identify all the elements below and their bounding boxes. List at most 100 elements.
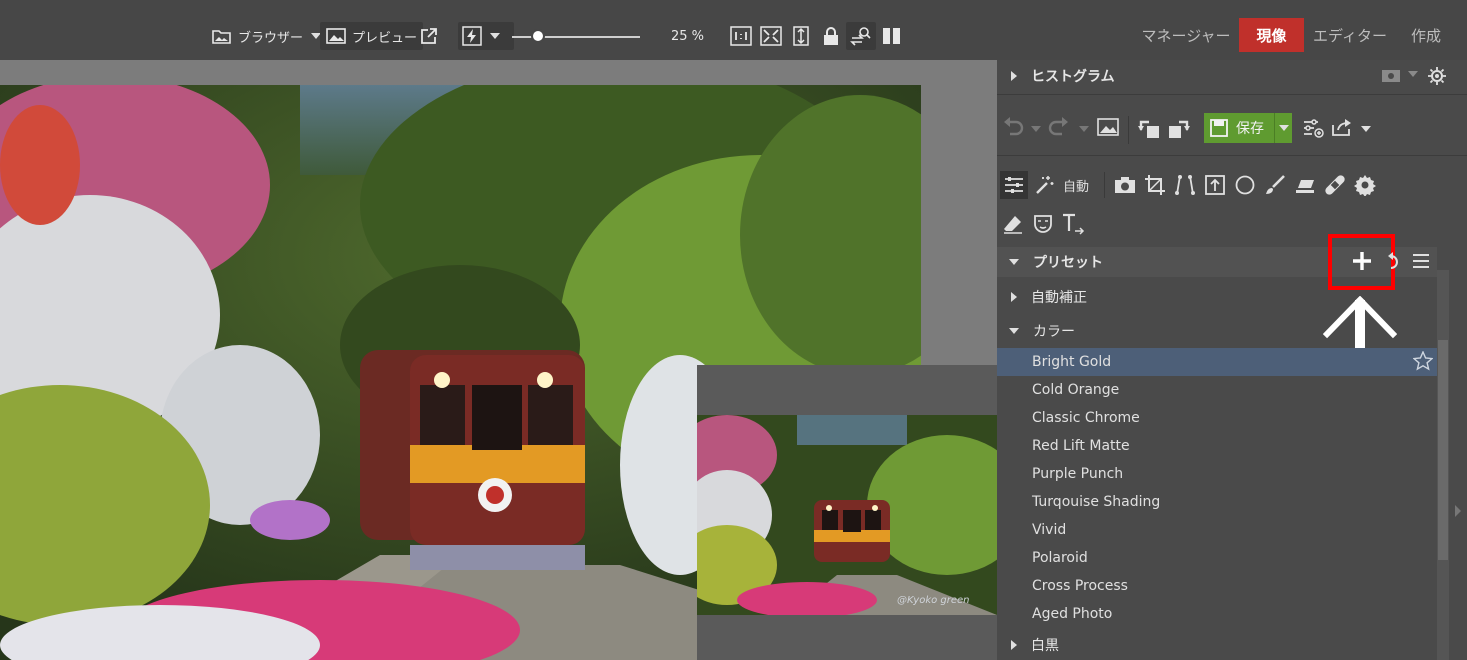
floppy-disk-icon [1210, 119, 1228, 137]
gradient-filter-icon[interactable] [1293, 173, 1317, 197]
external-window-button[interactable] [420, 22, 438, 50]
color-label: カラー [1033, 324, 1075, 340]
preset-label: Purple Punch [1032, 466, 1124, 482]
preview-thumbnail: @Kyoko green [697, 415, 997, 615]
perspective-icon[interactable] [1173, 173, 1197, 197]
lock-icon [822, 26, 840, 46]
zoom-slider-handle[interactable] [530, 29, 545, 43]
expand-arrow-icon [1011, 71, 1017, 81]
train-thumbnail-image [697, 415, 997, 615]
zoom-level: 25 % [671, 28, 705, 44]
save-label: 保存 [1236, 121, 1264, 137]
add-preset-icon[interactable] [1351, 250, 1373, 272]
fit-height-button[interactable] [790, 22, 812, 50]
rotate-left-icon[interactable] [1137, 116, 1161, 140]
list-item[interactable]: Bright Gold [997, 348, 1437, 376]
fit-screen-button[interactable] [760, 22, 782, 50]
flash-mode-button[interactable] [458, 22, 514, 50]
preset-label: Bright Gold [1032, 354, 1112, 370]
preset-label: Aged Photo [1032, 606, 1113, 622]
fit-screen-icon [760, 26, 782, 46]
bandage-retouch-icon[interactable] [1323, 173, 1347, 197]
one-to-one-icon [730, 26, 752, 46]
circle-mask-icon[interactable] [1233, 173, 1257, 197]
list-item[interactable]: Polaroid [997, 544, 1437, 572]
split-view-icon [882, 26, 902, 46]
lightning-icon [462, 26, 482, 46]
top-toolbar: ブラウザー プレビュー 25 % マネージャー 現像 エディター 作成 [0, 0, 1467, 60]
face-mask-icon[interactable] [1031, 212, 1055, 236]
image-compare-icon[interactable] [1097, 117, 1119, 137]
preset-label: Polaroid [1032, 550, 1088, 566]
preset-label: Vivid [1032, 522, 1067, 538]
chevron-down-icon[interactable] [1361, 126, 1371, 132]
reset-icon[interactable] [1385, 252, 1399, 270]
preset-label: Cold Orange [1032, 382, 1120, 398]
list-item[interactable]: Cross Process [997, 572, 1437, 600]
resize-up-icon[interactable] [1203, 173, 1227, 197]
expand-arrow-icon [1011, 640, 1017, 650]
gear-icon[interactable] [1353, 173, 1377, 197]
scrollbar-thumb[interactable] [1438, 340, 1448, 560]
bw-category[interactable]: 白黒 [997, 631, 1437, 659]
favorite-star-icon[interactable] [1413, 351, 1433, 371]
preview-label: プレビュー [352, 30, 418, 46]
browser-label: ブラウザー [238, 30, 304, 46]
list-item[interactable]: Vivid [997, 516, 1437, 544]
share-export-icon[interactable] [1331, 117, 1353, 137]
scrollbar-track[interactable] [1437, 270, 1449, 660]
bw-label: 白黒 [1031, 638, 1059, 654]
chevron-down-icon[interactable] [1279, 125, 1289, 131]
eraser-icon[interactable] [1001, 212, 1025, 236]
auto-correct-category[interactable]: 自動補正 [997, 283, 1437, 311]
chevron-down-icon[interactable] [490, 33, 500, 39]
tab-editor[interactable]: エディター [1310, 18, 1390, 52]
image-canvas[interactable]: @Kyoko green [0, 60, 997, 660]
panel-collapse-arrow-icon[interactable] [1455, 505, 1461, 517]
preview-button[interactable]: プレビュー [320, 22, 424, 50]
browser-button[interactable]: ブラウザー [212, 22, 322, 50]
tab-manager[interactable]: マネージャー [1140, 18, 1232, 52]
color-category[interactable]: カラー [997, 317, 1437, 345]
camera-icon[interactable] [1113, 173, 1137, 197]
redo-icon[interactable] [1047, 116, 1071, 138]
sliders-add-icon[interactable] [1302, 117, 1324, 139]
preset-label: Red Lift Matte [1032, 438, 1130, 454]
list-item[interactable]: Turqouise Shading [997, 488, 1437, 516]
tab-develop[interactable]: 現像 [1239, 18, 1304, 52]
histogram-label: ヒストグラム [1031, 69, 1115, 85]
undo-icon[interactable] [1001, 116, 1025, 138]
preview-window[interactable]: @Kyoko green [697, 365, 997, 660]
magic-wand-icon[interactable] [1033, 173, 1057, 197]
text-tool-icon[interactable] [1061, 212, 1085, 236]
list-item[interactable]: Purple Punch [997, 460, 1437, 488]
crop-icon[interactable] [1143, 173, 1167, 197]
folder-image-icon [212, 27, 232, 45]
develop-panel: ヒストグラム 保存 自動 プリセット 自動補正 カラー Bright Gold … [997, 60, 1467, 660]
auto-label[interactable]: 自動 [1063, 176, 1089, 195]
adjustments-tool-icon[interactable] [1000, 171, 1028, 199]
split-view-button[interactable] [882, 22, 902, 50]
save-button[interactable]: 保存 [1204, 113, 1292, 143]
compare-button[interactable] [846, 22, 876, 50]
rotate-right-icon[interactable] [1167, 116, 1191, 140]
preset-label: Classic Chrome [1032, 410, 1140, 426]
chevron-down-icon[interactable] [1079, 126, 1089, 132]
auto-correct-label: 自動補正 [1031, 290, 1087, 306]
histogram-section-header[interactable]: ヒストグラム [997, 62, 1467, 90]
list-item[interactable]: Aged Photo [997, 600, 1437, 628]
menu-icon[interactable] [1412, 253, 1430, 269]
chevron-down-icon[interactable] [1031, 126, 1041, 132]
list-item[interactable]: Classic Chrome [997, 404, 1437, 432]
tab-create[interactable]: 作成 [1398, 18, 1454, 52]
collapse-arrow-icon [1009, 259, 1019, 265]
brush-icon[interactable] [1263, 173, 1287, 197]
chevron-down-icon[interactable] [1408, 71, 1418, 77]
lock-button[interactable] [822, 22, 840, 50]
camera-mode-icon[interactable] [1381, 68, 1401, 84]
swap-search-icon [850, 26, 872, 46]
settings-sun-icon[interactable] [1427, 66, 1447, 86]
list-item[interactable]: Cold Orange [997, 376, 1437, 404]
list-item[interactable]: Red Lift Matte [997, 432, 1437, 460]
actual-size-button[interactable] [730, 22, 752, 50]
